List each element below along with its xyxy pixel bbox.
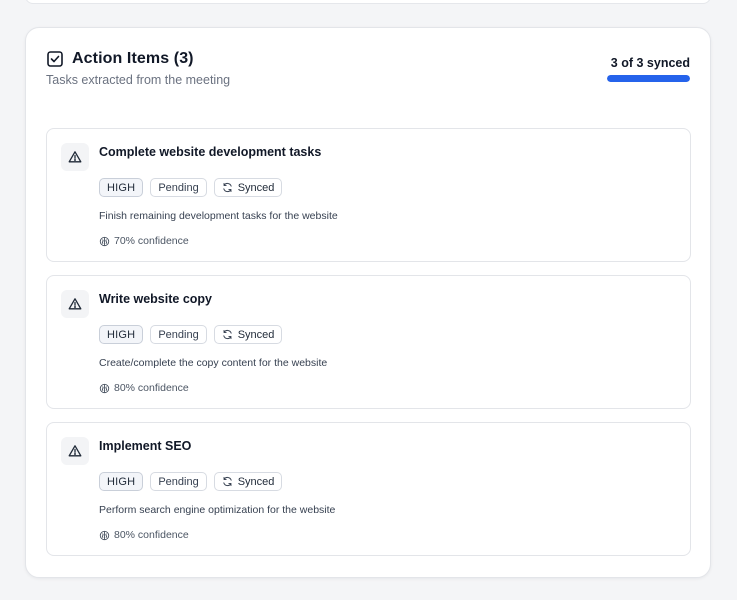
task-title: Implement SEO — [99, 439, 192, 453]
sync-badge: Synced — [213, 178, 283, 197]
sync-progress-fill — [607, 75, 690, 82]
confidence-label: 70% confidence — [114, 235, 189, 247]
task-confidence: 70% confidence — [99, 235, 189, 247]
sync-badge: Synced — [213, 472, 283, 491]
confidence-label: 80% confidence — [114, 529, 189, 541]
task-description: Perform search engine optimization for t… — [99, 504, 336, 516]
priority-badge: HIGH — [99, 178, 144, 197]
warning-triangle-icon — [61, 143, 89, 171]
refresh-icon — [223, 329, 232, 340]
sync-badge: Synced — [213, 325, 283, 344]
task-card[interactable]: Implement SEO HIGH Pending Synced Perfor… — [46, 422, 691, 556]
task-badges: HIGH Pending Synced — [99, 178, 283, 197]
status-badge: Pending — [150, 325, 207, 344]
sync-status-text: 3 of 3 synced — [610, 56, 690, 70]
sync-badge-label: Synced — [237, 181, 275, 194]
panel-title: Action Items (3) — [72, 50, 194, 67]
task-badges: HIGH Pending Synced — [99, 325, 283, 344]
task-title: Complete website development tasks — [99, 145, 322, 159]
title-row: Action Items (3) — [46, 50, 690, 68]
sync-progress-bar — [607, 75, 690, 82]
status-badge: Pending — [150, 472, 207, 491]
refresh-icon — [223, 476, 232, 487]
panel-header: Action Items (3) Tasks extracted from th… — [46, 50, 690, 100]
checkbox-icon — [46, 50, 64, 68]
priority-badge: HIGH — [99, 325, 144, 344]
sync-badge-label: Synced — [237, 328, 275, 341]
task-description: Finish remaining development tasks for t… — [99, 210, 338, 222]
warning-triangle-icon — [61, 290, 89, 318]
panel-subtitle: Tasks extracted from the meeting — [46, 73, 231, 87]
brain-icon — [99, 383, 110, 394]
task-card[interactable]: Write website copy HIGH Pending Synced C… — [46, 275, 691, 409]
warning-triangle-icon — [61, 437, 89, 465]
brain-icon — [99, 236, 110, 247]
confidence-label: 80% confidence — [114, 382, 189, 394]
task-confidence: 80% confidence — [99, 529, 189, 541]
task-title: Write website copy — [99, 292, 212, 306]
task-card[interactable]: Complete website development tasks HIGH … — [46, 128, 691, 262]
previous-card-edge — [25, 0, 711, 4]
task-badges: HIGH Pending Synced — [99, 472, 283, 491]
task-description: Create/complete the copy content for the… — [99, 357, 328, 369]
status-badge: Pending — [150, 178, 207, 197]
task-confidence: 80% confidence — [99, 382, 189, 394]
sync-badge-label: Synced — [237, 475, 275, 488]
task-list: Complete website development tasks HIGH … — [46, 128, 691, 569]
brain-icon — [99, 530, 110, 541]
priority-badge: HIGH — [99, 472, 144, 491]
refresh-icon — [223, 182, 232, 193]
action-items-panel: Action Items (3) Tasks extracted from th… — [25, 27, 711, 578]
sync-status: 3 of 3 synced — [607, 56, 690, 82]
